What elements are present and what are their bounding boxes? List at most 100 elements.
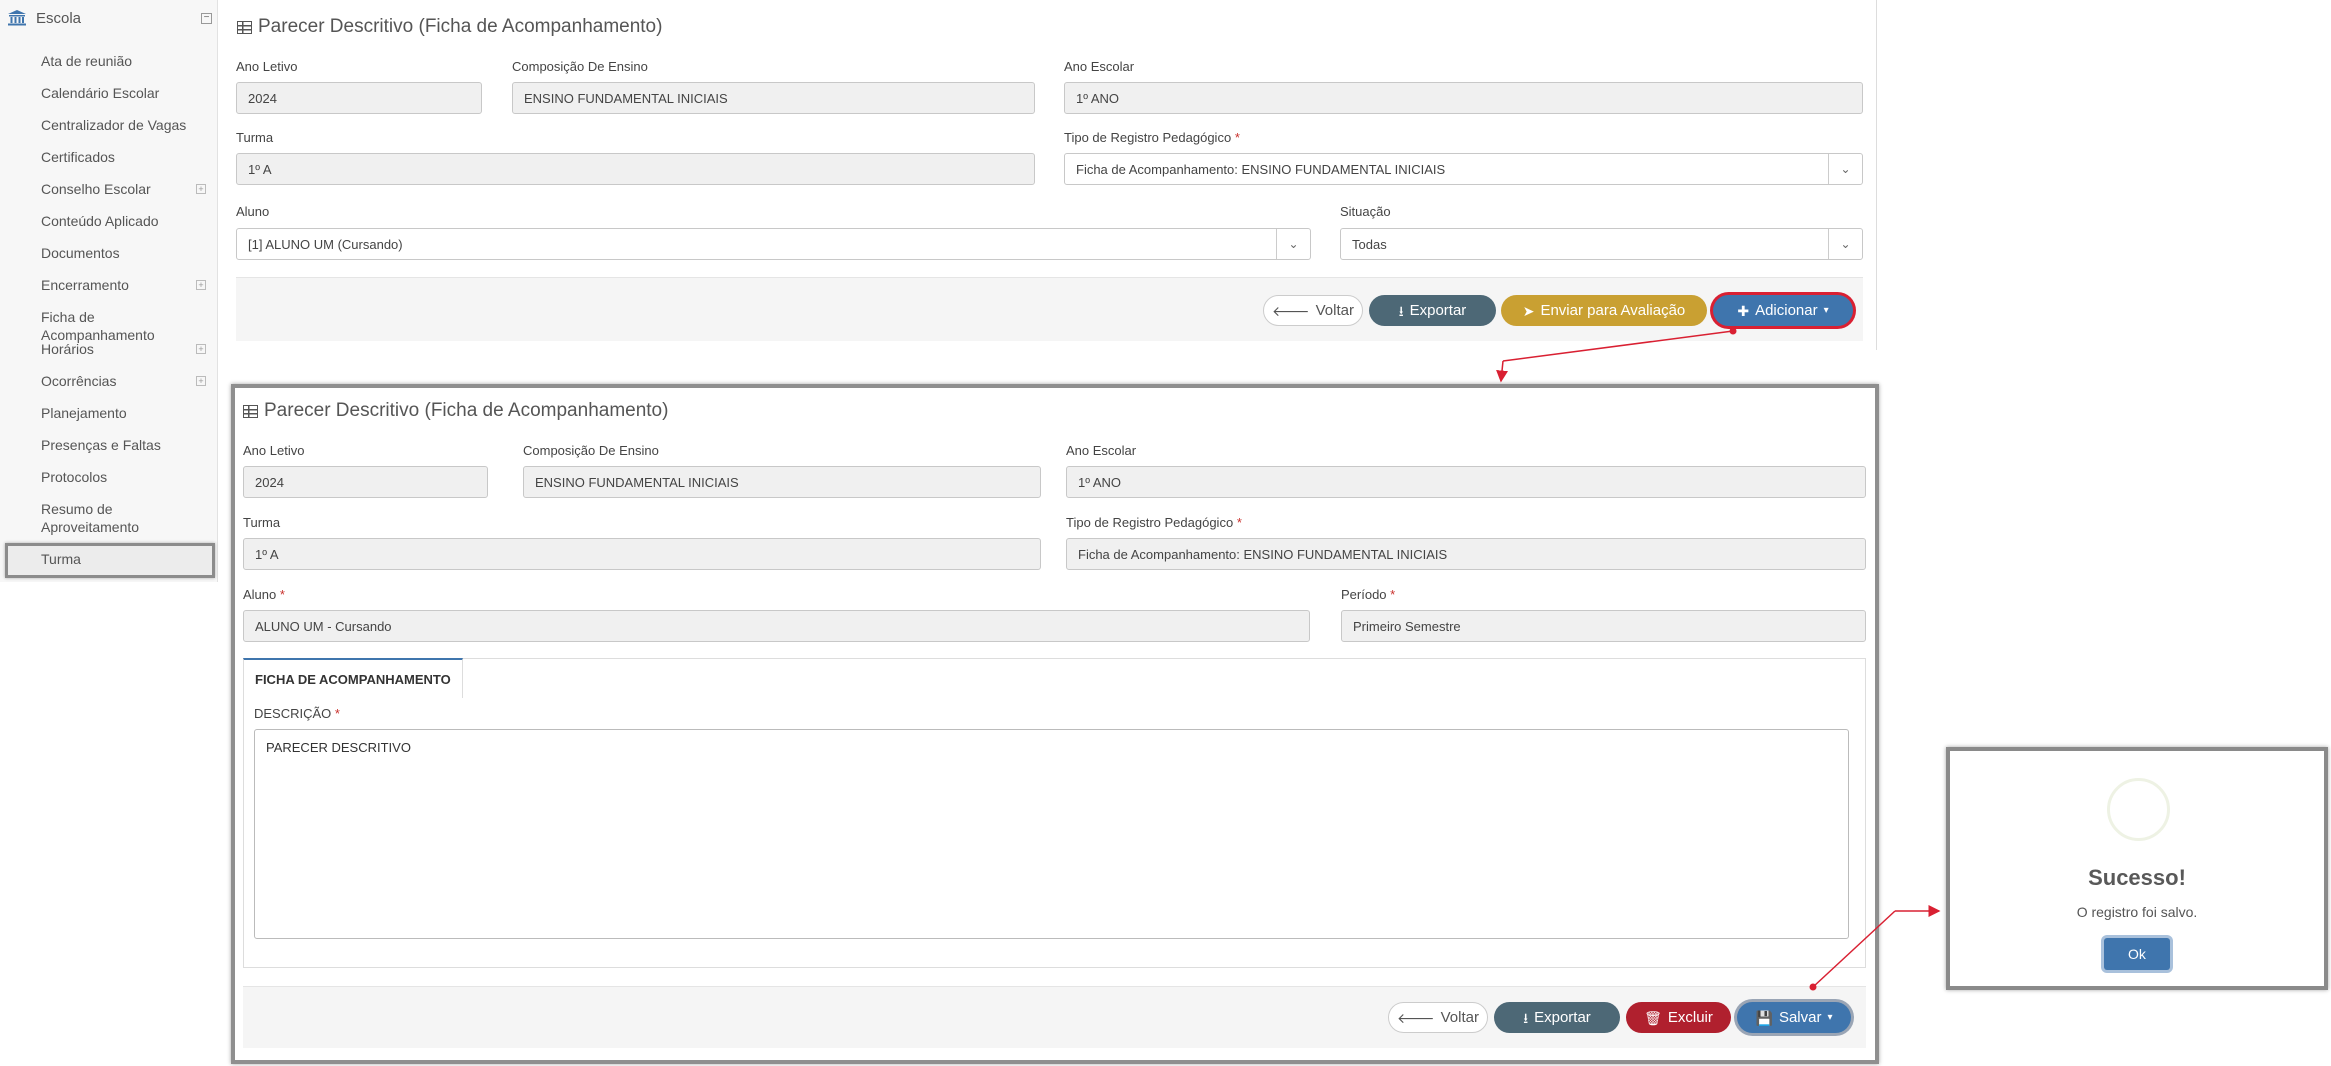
adicionar-button[interactable]: ✚ Adicionar ▾ [1713, 295, 1853, 326]
form-tipo-registro-label: Tipo de Registro Pedagógico * [1066, 515, 1242, 530]
chevron-down-icon[interactable]: ⌄ [1276, 229, 1310, 259]
sidebar-item[interactable]: Planejamento [41, 404, 211, 422]
situacao-select[interactable]: Todas ⌄ [1340, 228, 1863, 260]
form-composicao-field[interactable]: ENSINO FUNDAMENTAL INICIAIS [523, 466, 1041, 498]
turma-field[interactable]: 1º A [236, 153, 1035, 185]
form-aluno-value: ALUNO UM - Cursando [255, 618, 392, 634]
parecer-form-panel: Parecer Descritivo (Ficha de Acompanhame… [231, 384, 1879, 1064]
download-icon: ⭳ [1398, 302, 1404, 319]
sidebar-item[interactable]: Horários [41, 340, 211, 358]
exportar-button[interactable]: ⭳ Exportar [1369, 295, 1496, 326]
sidebar-item[interactable]: Protocolos [41, 468, 211, 486]
ano-letivo-label: Ano Letivo [236, 59, 298, 74]
collapse-icon[interactable]: − [201, 12, 212, 24]
success-indicator-icon [2107, 778, 2170, 841]
tab-ficha-acompanhamento[interactable]: FICHA DE ACOMPANHAMENTO [243, 658, 463, 698]
ano-escolar-label: Ano Escolar [1064, 59, 1135, 74]
tipo-registro-select[interactable]: Ficha de Acompanhamento: ENSINO FUNDAMEN… [1064, 153, 1863, 185]
sidebar-item[interactable]: Centralizador de Vagas [41, 116, 211, 134]
composicao-field[interactable]: ENSINO FUNDAMENTAL INICIAIS [512, 82, 1035, 114]
table-icon [243, 404, 258, 418]
modal-title: Sucesso! [2088, 865, 2186, 890]
form-ano-letivo-label: Ano Letivo [243, 443, 305, 458]
form-tipo-registro-value: Ficha de Acompanhamento: ENSINO FUNDAMEN… [1078, 546, 1448, 562]
sidebar-item[interactable]: Resumo de Aproveitamento [41, 500, 211, 536]
tipo-registro-label: Tipo de Registro Pedagógico * [1064, 130, 1240, 145]
paper-plane-icon: ➤ [1522, 302, 1535, 319]
sidebar-header-label: Escola [36, 9, 82, 27]
excluir-button[interactable]: 🗑 Excluir [1626, 1002, 1731, 1033]
sidebar-item[interactable]: Calendário Escolar [41, 84, 211, 102]
situacao-label: Situação [1340, 204, 1391, 219]
composicao-label: Composição De Ensino [512, 59, 648, 74]
turma-label: Turma [236, 130, 274, 145]
school-building-icon [8, 10, 26, 26]
expand-icon[interactable]: + [196, 184, 206, 194]
form-panel-title: Parecer Descritivo (Ficha de Acompanhame… [243, 400, 668, 422]
descricao-label: DESCRIÇÃO * [254, 706, 340, 721]
form-composicao-label: Composição De Ensino [523, 443, 659, 458]
voltar-label: Voltar [1315, 302, 1354, 319]
form-turma-field[interactable]: 1º A [243, 538, 1041, 570]
form-turma-label: Turma [243, 515, 281, 530]
enviar-avaliacao-button[interactable]: ➤ Enviar para Avaliação [1501, 295, 1707, 326]
expand-icon[interactable]: + [196, 376, 206, 386]
sidebar-item[interactable]: Documentos [41, 244, 211, 262]
arrow-left-icon: 🡐 [1397, 1009, 1435, 1026]
sidebar-header[interactable]: Escola − [8, 6, 212, 30]
descricao-textarea[interactable] [254, 729, 1849, 939]
arrow-line [1496, 360, 1509, 383]
form-aluno-label: Aluno * [243, 587, 285, 602]
modal-message: O registro foi salvo. [2076, 904, 2198, 920]
salvar-button[interactable]: 💾 Salvar ▾ [1737, 1002, 1851, 1033]
sidebar-item[interactable]: Presenças e Faltas [41, 436, 211, 454]
form-tipo-registro-field[interactable]: Ficha de Acompanhamento: ENSINO FUNDAMEN… [1066, 538, 1866, 570]
trash-icon: 🗑 [1644, 1009, 1662, 1026]
form-voltar-label: Voltar [1440, 1009, 1479, 1026]
tab-label: FICHA DE ACOMPANHAMENTO [255, 671, 451, 687]
form-exportar-label: Exportar [1534, 1009, 1591, 1026]
form-ano-letivo-value: 2024 [255, 474, 284, 490]
ok-button[interactable]: Ok [2104, 938, 2170, 970]
sidebar-item[interactable]: Ocorrências [41, 372, 211, 390]
salvar-label: Salvar [1778, 1009, 1822, 1026]
expand-icon[interactable]: + [196, 344, 206, 354]
form-voltar-button[interactable]: 🡐 Voltar [1388, 1002, 1488, 1033]
form-ano-escolar-field[interactable]: 1º ANO [1066, 466, 1866, 498]
form-exportar-button[interactable]: ⭳ Exportar [1494, 1002, 1620, 1033]
sidebar-item[interactable]: Conselho Escolar [41, 180, 211, 198]
table-icon [237, 20, 252, 34]
arrow-left-icon: 🡐 [1272, 302, 1310, 319]
sidebar-item[interactable]: Ata de reunião [41, 52, 211, 70]
form-panel-title-text: Parecer Descritivo (Ficha de Acompanhame… [264, 400, 669, 421]
form-composicao-value: ENSINO FUNDAMENTAL INICIAIS [535, 474, 739, 490]
caret-down-icon: ▾ [1827, 1011, 1833, 1023]
aluno-select[interactable]: [1] ALUNO UM (Cursando) ⌄ [236, 228, 1311, 260]
form-footer [243, 986, 1866, 1048]
sidebar-item[interactable]: Encerramento [41, 276, 211, 294]
floppy-disk-icon: 💾 [1755, 1009, 1773, 1026]
download-icon: ⭳ [1523, 1009, 1529, 1026]
chevron-down-icon[interactable]: ⌄ [1828, 229, 1862, 259]
situacao-value: Todas [1352, 236, 1387, 252]
ano-letivo-field[interactable]: 2024 [236, 82, 482, 114]
sidebar-item[interactable]: Certificados [41, 148, 211, 166]
form-turma-value: 1º A [255, 546, 279, 562]
voltar-button[interactable]: 🡐 Voltar [1263, 295, 1363, 326]
chevron-down-icon[interactable]: ⌄ [1828, 154, 1862, 184]
form-periodo-label: Período * [1341, 587, 1396, 602]
form-aluno-field[interactable]: ALUNO UM - Cursando [243, 610, 1310, 642]
panel-title: Parecer Descritivo (Ficha de Acompanhame… [237, 16, 662, 38]
sidebar-item[interactable]: Ficha de Acompanhamento [41, 308, 211, 344]
excluir-label: Excluir [1667, 1009, 1713, 1026]
form-periodo-field[interactable]: Primeiro Semestre [1341, 610, 1866, 642]
form-ano-letivo-field[interactable]: 2024 [243, 466, 488, 498]
caret-down-icon: ▾ [1823, 304, 1829, 316]
sidebar-item[interactable]: Conteúdo Aplicado [41, 212, 211, 230]
sidebar-item[interactable]: Turma [41, 550, 211, 568]
ano-escolar-field[interactable]: 1º ANO [1064, 82, 1863, 114]
plus-icon: ✚ [1737, 302, 1750, 319]
ano-escolar-value: 1º ANO [1076, 90, 1120, 106]
adicionar-label: Adicionar [1755, 302, 1818, 319]
expand-icon[interactable]: + [196, 280, 206, 290]
